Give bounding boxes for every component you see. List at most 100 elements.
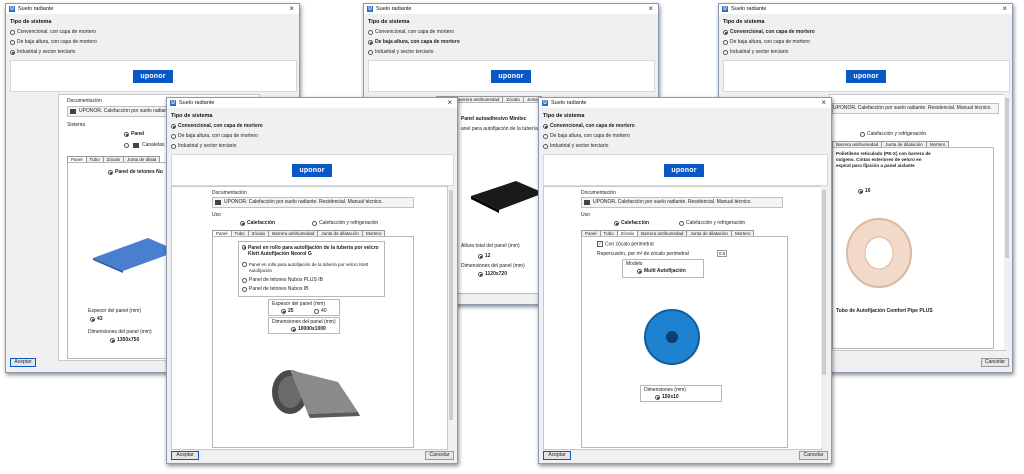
radio-icon <box>368 39 373 45</box>
radio-panel-nubos-plus[interactable]: Panel de tetones Nubos PLUS IB <box>242 277 323 283</box>
radio-panel-nubos[interactable]: Panel de tetones Nubos IB <box>242 286 309 292</box>
uponor-logo: uponor <box>491 70 531 83</box>
radio-icon <box>242 262 247 267</box>
tube-description: Polietileno reticulado (PE-X) con barrer… <box>836 151 931 168</box>
radio-canaletas[interactable]: Canaletas <box>124 142 165 148</box>
radio-dims[interactable]: 1350x750 <box>110 337 139 343</box>
panel-options-box: Panel en rollo para autofijación de la t… <box>238 241 385 297</box>
scrollbar[interactable] <box>448 186 454 448</box>
radio-icon <box>108 169 113 175</box>
doc-field[interactable]: UPONOR. Calefacción por suelo radiante. … <box>581 197 783 208</box>
radio-convencional[interactable]: Convencional, con capa de mortero <box>723 29 815 35</box>
zocalo-roll-image <box>644 309 700 365</box>
scrollbar[interactable] <box>1004 94 1010 349</box>
radio-altura[interactable]: 12 <box>478 253 491 259</box>
radio-icon <box>171 123 176 129</box>
radio-calefaccion[interactable]: Calefacción <box>240 220 275 226</box>
radio-panel-klett[interactable]: Panel en rollo para autofijación de la t… <box>242 262 380 273</box>
radio-icon <box>110 337 115 343</box>
espesor-label: Espesor del panel (mm) <box>272 301 326 307</box>
radio-icon <box>312 220 317 226</box>
radio-dims[interactable]: 10000x1000 <box>291 326 326 332</box>
radio-icon <box>723 49 728 55</box>
title-bar: U Suelo radiante × <box>6 4 299 14</box>
radio-calef-refrig[interactable]: Calefacción y refrigeración <box>860 131 926 137</box>
tab-body: Panel en rollo para autofijación de la t… <box>212 236 414 448</box>
radio-industrial[interactable]: Industrial y sector terciario <box>723 49 788 55</box>
radio-convencional[interactable]: Convencional, con capa de mortero <box>543 123 635 129</box>
repercusion-label: Repercusión, por m² de zócalo perimetral <box>597 251 689 257</box>
espesor-label: Espesor del panel (mm) <box>88 308 142 314</box>
radio-panel-neorol[interactable]: Panel en rollo para autofijación de la t… <box>242 245 380 257</box>
documentacion-label: Documentación <box>67 98 102 104</box>
app-icon: U <box>542 100 548 106</box>
check-icon: ✓ <box>597 241 603 247</box>
radio-dims[interactable]: 1120x720 <box>478 271 507 277</box>
app-icon: U <box>367 6 373 12</box>
radio-baja-altura[interactable]: De baja altura, con capa de mortero <box>723 39 810 45</box>
radio-convencional[interactable]: Convencional, con capa de mortero <box>368 29 454 35</box>
radio-espesor-25[interactable]: 25 <box>281 308 294 314</box>
radio-modelo[interactable]: Multi Autofijación <box>637 268 686 274</box>
radio-espesor-43[interactable]: 43 <box>90 316 103 322</box>
radio-baja-altura[interactable]: De baja altura, con capa de mortero <box>543 133 630 139</box>
radio-icon <box>281 308 286 314</box>
radio-baja-altura[interactable]: De baja altura, con capa de mortero <box>10 39 97 45</box>
cancelar-button[interactable]: Cancelar <box>799 451 828 460</box>
radio-diameter[interactable]: 16 <box>858 188 871 194</box>
radio-convencional[interactable]: Convencional, con capa de mortero <box>171 123 263 129</box>
content-panel: Documentación UPONOR. Calefacción por su… <box>543 186 822 450</box>
radio-calef-refrig[interactable]: Calefacción y refrigeración <box>679 220 745 226</box>
radio-calef-refrig[interactable]: Calefacción y refrigeración <box>312 220 378 226</box>
cancelar-button[interactable]: Cancelar <box>425 451 454 460</box>
close-icon[interactable]: × <box>447 98 452 107</box>
radio-industrial[interactable]: Industrial y sector terciario <box>171 143 236 149</box>
tube-image <box>846 218 912 288</box>
scroll-thumb[interactable] <box>1005 98 1009 258</box>
radio-dims[interactable]: 150x10 <box>655 394 679 400</box>
radio-calefaccion[interactable]: Calefacción <box>614 220 649 226</box>
radio-panel[interactable]: Panel <box>124 131 144 137</box>
radio-industrial[interactable]: Industrial y sector terciario <box>368 49 433 55</box>
scroll-thumb[interactable] <box>449 190 453 420</box>
window-title: Suelo radiante <box>18 6 54 12</box>
app-icon: U <box>722 6 728 12</box>
scroll-thumb[interactable] <box>822 190 826 375</box>
close-icon[interactable]: × <box>289 4 294 13</box>
radio-icon <box>614 220 619 226</box>
radio-convencional[interactable]: Convencional, con capa de mortero <box>10 29 96 35</box>
close-icon[interactable]: × <box>648 4 653 13</box>
dims-label: Dimensiones del panel (mm) <box>88 329 152 335</box>
radio-industrial[interactable]: Industrial y sector terciario <box>10 49 75 55</box>
radio-icon <box>679 220 684 226</box>
altura-label: Altura total del panel (mm) <box>461 243 520 249</box>
radio-panel-tetones[interactable]: Panel de tetones Nu <box>108 169 163 175</box>
tipo-sistema-title: Tipo de sistema <box>10 19 52 25</box>
uso-label: Uso <box>212 212 221 218</box>
tab-body: Polietileno reticulado (PE-X) con barrer… <box>832 147 994 349</box>
radio-icon <box>543 123 548 129</box>
repercusion-input[interactable]: 0.5 <box>717 250 728 257</box>
cancelar-button[interactable]: Cancelar <box>981 358 1009 367</box>
aceptar-button[interactable]: Aceptar <box>10 358 36 367</box>
radio-icon <box>242 245 247 250</box>
doc-field[interactable]: UPONOR. Calefacción por suelo radiante. … <box>212 197 414 208</box>
aceptar-button[interactable]: Aceptar <box>543 451 571 460</box>
radio-industrial[interactable]: Industrial y sector terciario <box>543 143 608 149</box>
window-title: Suelo radiante <box>376 6 412 12</box>
radio-icon <box>291 326 296 332</box>
scrollbar[interactable] <box>821 186 827 448</box>
aceptar-button[interactable]: Aceptar <box>171 451 199 460</box>
radio-baja-altura[interactable]: De baja altura, con capa de mortero <box>368 39 460 45</box>
title-bar: U Suelo radiante × <box>167 98 457 108</box>
radio-baja-altura[interactable]: De baja altura, con capa de mortero <box>171 133 258 139</box>
radio-icon <box>10 29 15 35</box>
radio-icon <box>171 133 176 139</box>
radio-espesor-40[interactable]: 40 <box>314 308 327 314</box>
con-zocalo-checkbox[interactable]: ✓ Con zócalo perimetral <box>597 241 654 247</box>
close-icon[interactable]: × <box>821 98 826 107</box>
close-icon[interactable]: × <box>1002 4 1007 13</box>
doc-field[interactable]: UPONOR. Calefacción por suelo radiante. … <box>832 103 999 114</box>
tube-name: Tubo de Autofijación Comfort Pipe PLUS <box>836 308 933 314</box>
tipo-sistema-title: Tipo de sistema <box>368 19 410 25</box>
